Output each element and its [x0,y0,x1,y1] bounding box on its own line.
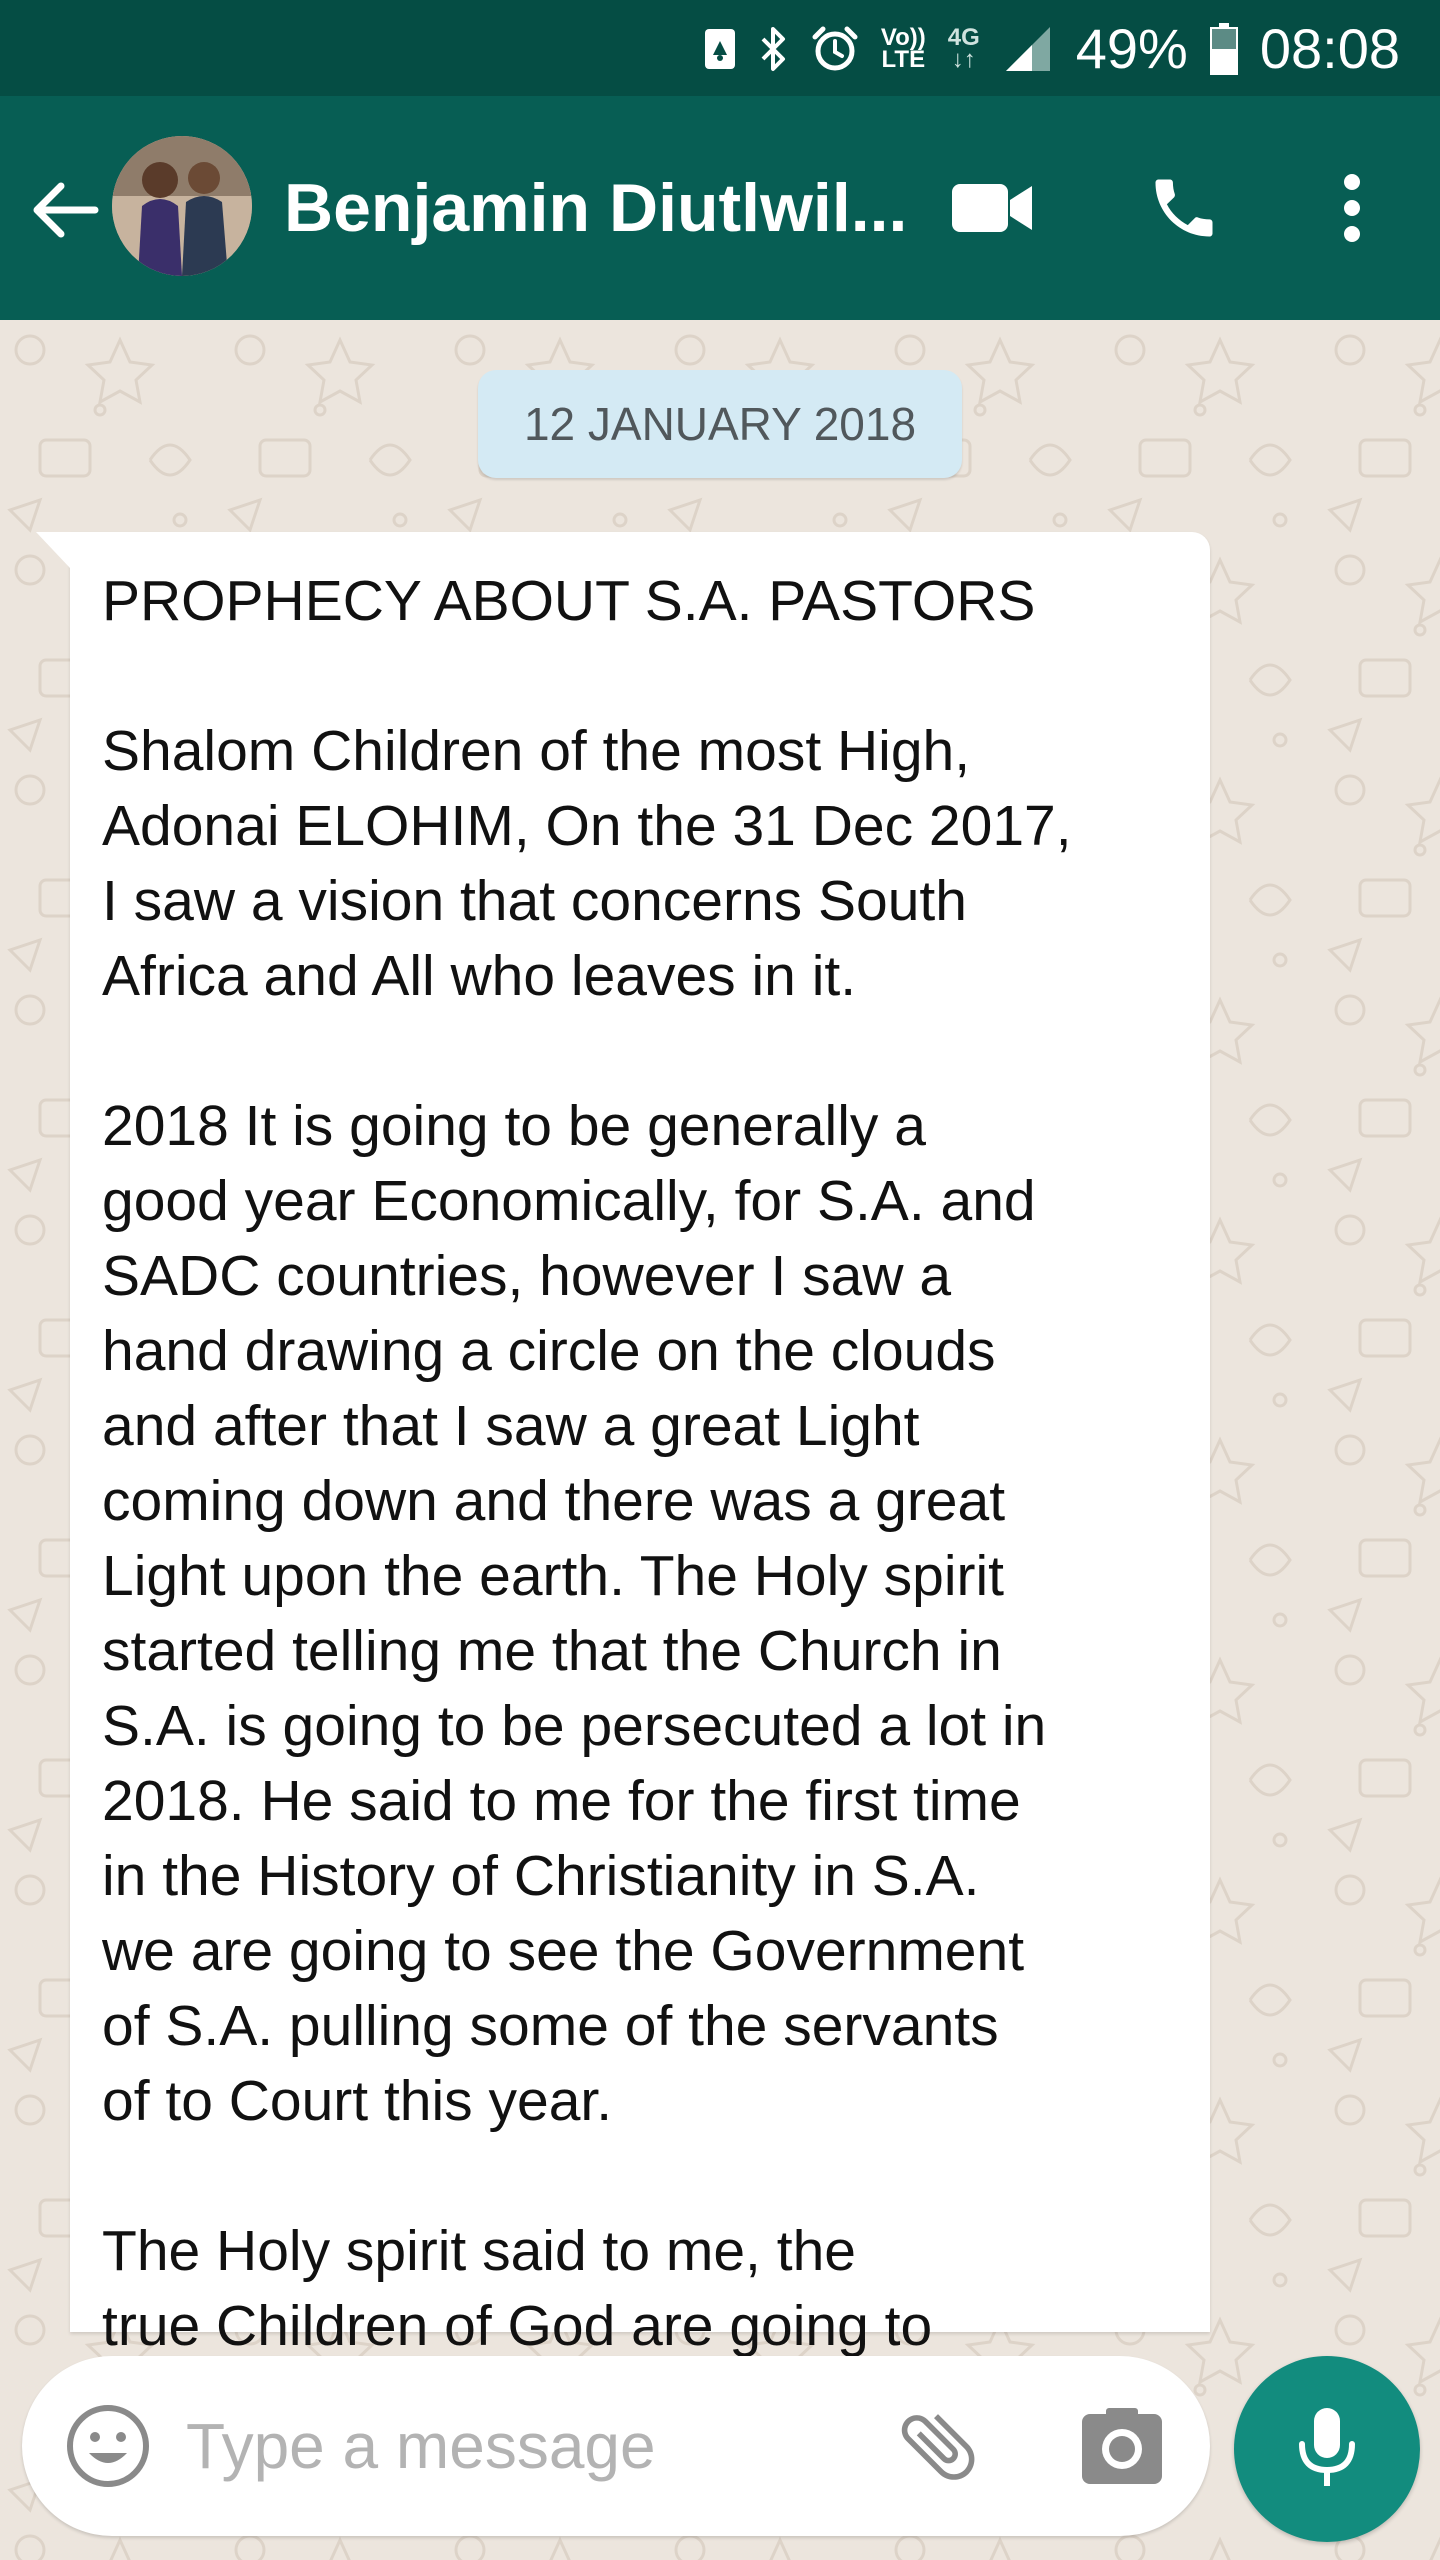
chat-header: Benjamin Diutlwil... [0,96,1440,320]
back-arrow-icon [33,182,99,238]
clock: 08:08 [1259,17,1400,80]
message-input[interactable] [186,2401,866,2491]
video-call-icon [952,184,1032,232]
battery-icon [1209,23,1238,75]
contact-avatar[interactable] [112,136,252,276]
date-divider: 12 JANUARY 2018 [478,370,962,478]
status-icons: Vo)) LTE 4G ↓↑ 49% 08:08 [703,14,1400,84]
message-text: PROPHECY ABOUT S.A. PASTORS Shalom Child… [102,569,1072,2358]
battery-percent: 49% [1075,17,1188,80]
incoming-message-bubble[interactable]: PROPHECY ABOUT S.A. PASTORS Shalom Child… [36,532,1210,2358]
emoji-icon [67,2405,149,2487]
camera-icon [1082,2408,1162,2484]
microphone-icon [1299,2408,1355,2486]
voice-message-button[interactable] [1234,2356,1420,2542]
more-options-icon [1344,174,1360,242]
message-composer [22,2356,1210,2536]
volte-icon: Vo)) LTE [881,26,926,73]
volte-bottom-label: LTE [881,46,926,73]
attachment-icon [901,2414,975,2480]
contact-name[interactable]: Benjamin Diutlwil... [284,158,914,258]
data-arrows-icon: 4G ↓↑ [947,24,980,73]
back-button[interactable] [22,168,106,252]
signal-icon [1002,25,1054,73]
alarm-icon [811,25,859,73]
more-options-button[interactable] [1302,158,1402,258]
nfc-icon [703,27,737,71]
attach-button[interactable] [888,2396,988,2496]
emoji-button[interactable] [58,2396,158,2496]
voice-call-button[interactable] [1134,158,1234,258]
voice-call-icon [1155,179,1213,237]
chat-area[interactable]: 12 JANUARY 2018 PROPHECY ABOUT S.A. PAST… [0,320,1440,2560]
bluetooth-icon [759,25,789,73]
video-call-button[interactable] [942,158,1042,258]
camera-button[interactable] [1072,2396,1172,2496]
status-bar: Vo)) LTE 4G ↓↑ 49% 08:08 [0,0,1440,96]
bubble-tail [36,532,70,568]
